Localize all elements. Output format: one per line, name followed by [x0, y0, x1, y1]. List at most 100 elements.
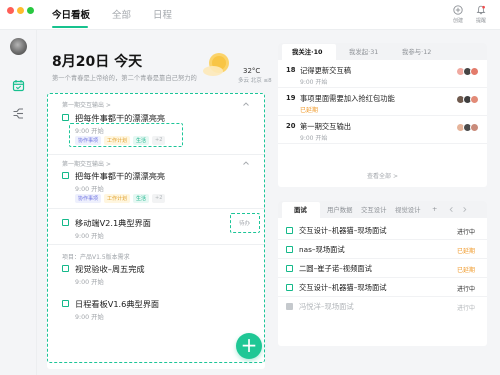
avatar-group [456, 123, 479, 132]
list-item[interactable]: 19 事项里面需要加入抢红包功能 已延期 [278, 88, 487, 116]
item-title: 冯悦洋–现场面试 [299, 302, 354, 311]
divider [47, 208, 265, 209]
interview-panel: 面试 用户数据 交互设计 视觉设计 + 交互设计–机器猫–现场面试 进行中 na… [278, 201, 487, 346]
item-title: 二圆–崔子诺–视频面试 [299, 264, 372, 273]
temperature: 32°C [243, 67, 261, 75]
create-button-label: 创建 [452, 18, 463, 24]
task-item[interactable]: 移动端V2.1典型界面 [62, 217, 242, 231]
task-checkbox[interactable] [62, 265, 69, 272]
group-title[interactable]: 第一期交互输出 > [62, 159, 111, 168]
list-item[interactable]: 交互设计–机器猫–现场面试 进行中 [278, 278, 487, 297]
tab-interview[interactable]: 面试 [294, 205, 307, 214]
task-time: 9:00 开始 [75, 233, 104, 240]
group-title[interactable]: 第一期交互输出 > [62, 100, 111, 109]
motto-text: 第一个青春是上帝给的，第二个青春是靠自己努力的 [52, 75, 197, 82]
task-checkbox[interactable] [62, 114, 69, 121]
list-item[interactable]: 20 第一期交互输出 9:00 开始 [278, 116, 487, 144]
status-badge: 已延期 [456, 248, 475, 255]
item-checkbox[interactable] [286, 265, 293, 272]
maximize-window-button[interactable] [27, 7, 34, 14]
item-title: 事项里面需要加入抢红包功能 [300, 94, 395, 103]
status-badge: 进行中 [456, 286, 475, 293]
divider [47, 154, 265, 155]
tab-participating[interactable]: 我参与·12 [402, 47, 431, 56]
close-window-button[interactable] [7, 7, 14, 14]
avatar [470, 123, 479, 132]
item-checkbox[interactable] [286, 227, 293, 234]
item-title: 交互设计–机器猫–现场面试 [299, 283, 387, 292]
item-time: 9:00 开始 [300, 135, 328, 142]
status-badge: 进行中 [456, 229, 475, 236]
add-task-button[interactable]: + [236, 333, 262, 359]
chevron-left-icon[interactable] [448, 206, 455, 213]
add-tab-button[interactable]: + [432, 205, 437, 213]
list-item[interactable]: 18 记得更新交互稿 9:00 开始 [278, 60, 487, 88]
flow-icon[interactable] [12, 107, 25, 120]
view-all-link[interactable]: 查看全部 > [278, 171, 487, 180]
item-checkbox[interactable] [286, 303, 293, 310]
task-title: 移动端V2.1典型界面 [75, 218, 151, 228]
item-day: 18 [286, 66, 296, 74]
tab-initiated[interactable]: 我发起·31 [349, 47, 378, 56]
item-status: 已延期 [300, 107, 319, 114]
task-item[interactable]: 视觉验收–周五完成 [62, 263, 242, 277]
tag[interactable]: 生活 [133, 194, 150, 203]
list-item[interactable]: 冯悦洋–现场面试 进行中 [278, 297, 487, 316]
focus-tabs: 我关注·10 我发起·31 我参与·12 [278, 43, 487, 60]
item-day: 19 [286, 94, 296, 102]
avatar-group [456, 67, 479, 76]
main-content: 8月20日 今天 第一个青春是上帝给的，第二个青春是靠自己努力的 32°C 多云… [37, 30, 500, 375]
sidebar [0, 30, 37, 375]
group-title[interactable]: 项目：产品V1.5版本需求 [62, 252, 130, 261]
tab-user-data[interactable]: 用户数据 [327, 205, 353, 214]
avatar[interactable] [10, 38, 27, 55]
item-title: 第一期交互输出 [300, 122, 352, 131]
task-checkbox[interactable] [62, 219, 69, 226]
avatar [470, 67, 479, 76]
tab-visual-design[interactable]: 视觉设计 [395, 205, 421, 214]
tab-schedule[interactable]: 日程 [153, 7, 172, 21]
divider [47, 244, 265, 245]
create-button[interactable]: 创建 [447, 5, 469, 24]
tab-interaction-design[interactable]: 交互设计 [361, 205, 387, 214]
item-title: 记得更新交互稿 [300, 66, 352, 75]
task-title: 把每件事都干的漂漂亮亮 [75, 171, 166, 181]
side-label-box[interactable]: 待办 [230, 213, 260, 233]
minimize-window-button[interactable] [17, 7, 24, 14]
task-checkbox[interactable] [62, 172, 69, 179]
main-tabs: 今日看板 全部 日程 [52, 7, 172, 21]
plus-circle-icon [453, 5, 463, 15]
item-checkbox[interactable] [286, 246, 293, 253]
task-item[interactable]: 日程看板V1.6典型界面 [62, 298, 242, 312]
item-title: nas–现场面试 [299, 245, 345, 254]
list-item[interactable]: 交互设计–机器猫–现场面试 进行中 [278, 221, 487, 240]
list-item[interactable]: nas–现场面试 已延期 [278, 240, 487, 259]
avatar-group [456, 95, 479, 104]
task-checkbox[interactable] [62, 300, 69, 307]
chevron-right-icon[interactable] [461, 206, 468, 213]
list-item[interactable]: 二圆–崔子诺–视频面试 已延期 [278, 259, 487, 278]
task-tags: 协作事项 工作计划 生活 +2 [75, 194, 166, 203]
page-title: 8月20日 今天 [52, 54, 143, 70]
task-title: 视觉验收–周五完成 [75, 264, 145, 274]
tab-all[interactable]: 全部 [112, 7, 131, 21]
item-title: 交互设计–机器猫–现场面试 [299, 226, 387, 235]
tab-today-board[interactable]: 今日看板 [52, 7, 90, 21]
chevron-up-icon[interactable] [242, 100, 250, 108]
reminder-button[interactable]: 提醒 [470, 5, 492, 24]
tag[interactable]: 工作计划 [104, 194, 131, 203]
status-badge: 进行中 [456, 305, 475, 312]
item-time: 9:00 开始 [300, 79, 328, 86]
more-tags-badge[interactable]: +2 [152, 194, 166, 203]
calendar-icon[interactable] [12, 79, 25, 92]
task-item[interactable]: 把每件事都干的漂漂亮亮 [62, 170, 242, 184]
item-checkbox[interactable] [286, 284, 293, 291]
item-day: 20 [286, 122, 296, 130]
chevron-up-icon[interactable] [242, 159, 250, 167]
focus-panel: 我关注·10 我发起·31 我参与·12 18 记得更新交互稿 9:00 开始 … [278, 43, 487, 187]
tag[interactable]: 协作事项 [75, 194, 102, 203]
selection-highlight [69, 123, 183, 147]
title-bar: 今日看板 全部 日程 创建 提醒 [0, 0, 500, 30]
tab-following[interactable]: 我关注·10 [292, 47, 323, 56]
task-time: 9:00 开始 [75, 186, 104, 193]
